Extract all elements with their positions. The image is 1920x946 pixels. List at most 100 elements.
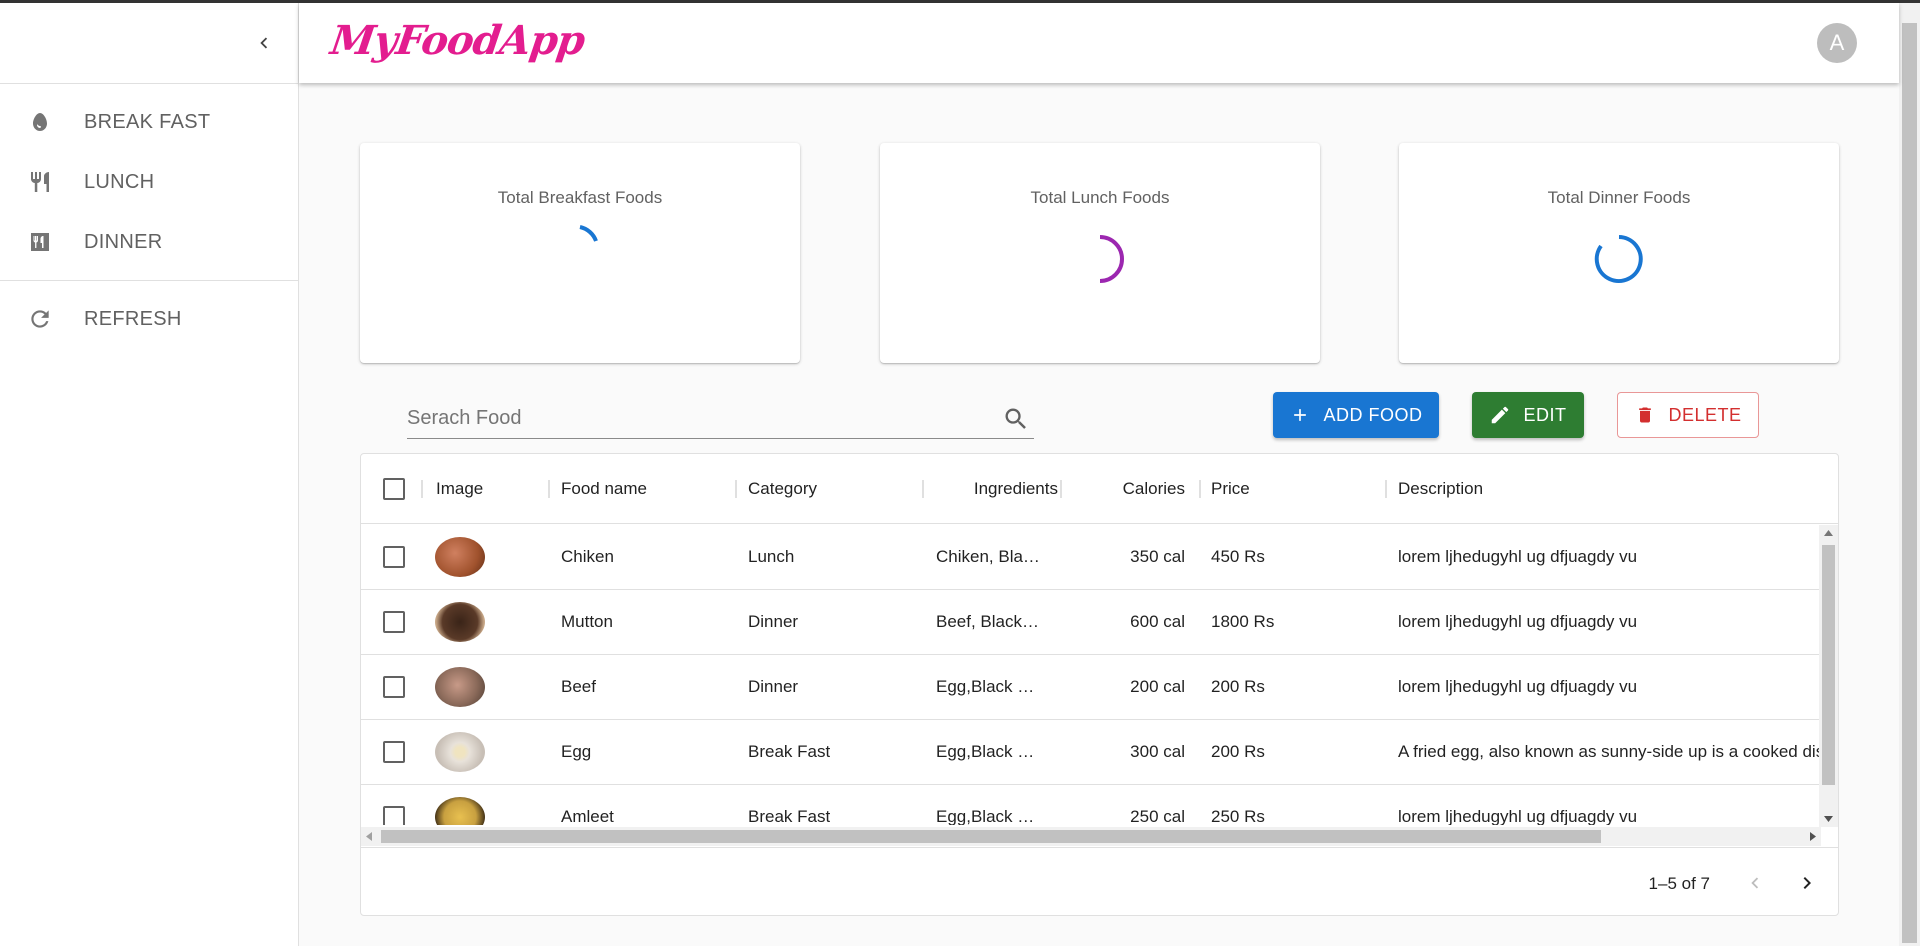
food-category: Dinner: [748, 612, 799, 631]
sidebar-item-refresh[interactable]: REFRESH: [0, 289, 298, 349]
card-title: Total Dinner Foods: [1547, 188, 1691, 207]
egg-icon: [26, 108, 54, 136]
food-price: 200 Rs: [1211, 742, 1265, 761]
food-image: [435, 797, 485, 825]
next-page-button[interactable]: [1790, 866, 1824, 900]
column-separator[interactable]: [922, 480, 924, 498]
card-title: Total Breakfast Foods: [497, 188, 663, 207]
scroll-up-icon[interactable]: [1824, 530, 1833, 536]
previous-page-button[interactable]: [1738, 866, 1772, 900]
app-logo[interactable]: MyFoodApp: [328, 17, 588, 64]
breakfast-summary-card: Total Breakfast Foods: [360, 143, 800, 363]
sidebar-item-dinner[interactable]: DINNER: [0, 212, 298, 272]
row-checkbox[interactable]: [383, 611, 405, 633]
app-bar: MyFoodApp A: [299, 3, 1899, 83]
scroll-right-icon[interactable]: [1810, 832, 1816, 841]
grid-vertical-scrollbar[interactable]: [1819, 525, 1838, 827]
food-description: A fried egg, also known as sunny-side up…: [1398, 742, 1821, 761]
plus-icon: [1289, 404, 1311, 426]
scroll-down-icon[interactable]: [1824, 816, 1833, 822]
pencil-icon: [1489, 404, 1511, 426]
table-row[interactable]: Mutton Dinner Beef, Black… 600 cal 1800 …: [361, 590, 1821, 655]
sidebar-item-label: DINNER: [84, 230, 163, 253]
column-separator[interactable]: [421, 480, 423, 498]
food-calories: 200 cal: [1130, 677, 1185, 696]
sidebar-item-label: REFRESH: [84, 307, 182, 330]
sidebar-nav: BREAK FAST LUNCH DINNER: [0, 84, 298, 281]
page-scrollbar[interactable]: [1899, 3, 1920, 946]
sidebar-header: [0, 3, 298, 84]
column-header-description[interactable]: Description: [1398, 454, 1483, 524]
card-title: Total Lunch Foods: [1030, 188, 1170, 207]
column-separator[interactable]: [735, 480, 737, 498]
column-header-ingredients[interactable]: Ingredients: [936, 454, 1058, 524]
food-category: Lunch: [748, 547, 795, 566]
column-header-food-name[interactable]: Food name: [561, 454, 647, 524]
loading-spinner-icon: [1099, 235, 1124, 283]
column-header-calories[interactable]: Calories: [1073, 454, 1185, 524]
column-header-image[interactable]: Image: [436, 454, 483, 524]
sidebar-item-lunch[interactable]: LUNCH: [0, 152, 298, 212]
restaurant-icon: [26, 168, 54, 196]
column-header-category[interactable]: Category: [748, 454, 817, 524]
food-category: Break Fast: [748, 742, 831, 761]
delete-button[interactable]: DELETE: [1617, 392, 1759, 438]
food-calories: 350 cal: [1130, 547, 1185, 566]
food-ingredients: Egg,Black …: [936, 807, 1035, 825]
page-scrollbar-thumb[interactable]: [1902, 23, 1917, 943]
food-name: Chiken: [561, 547, 614, 566]
grid-horizontal-scrollbar-thumb[interactable]: [381, 830, 1601, 843]
grid-vertical-scrollbar-thumb[interactable]: [1822, 545, 1835, 785]
edit-button[interactable]: EDIT: [1472, 392, 1584, 438]
food-description: lorem ljhedugyhl ug dfjuagdy vu: [1398, 547, 1638, 566]
add-food-button[interactable]: ADD FOOD: [1273, 392, 1439, 438]
avatar[interactable]: A: [1817, 23, 1857, 63]
grid-rows: Chiken Lunch Chiken, Bla… 350 cal 450 Rs…: [361, 525, 1821, 825]
food-image: [435, 732, 485, 772]
chevron-right-icon: [1803, 877, 1811, 889]
sidebar-item-breakfast[interactable]: BREAK FAST: [0, 92, 298, 152]
food-price: 1800 Rs: [1211, 612, 1275, 631]
food-calories: 300 cal: [1130, 742, 1185, 761]
column-separator[interactable]: [548, 480, 550, 498]
column-separator[interactable]: [1060, 480, 1062, 498]
food-image: [435, 602, 485, 642]
grid-horizontal-scrollbar[interactable]: [361, 827, 1821, 846]
grid-header: Image Food name Category Ingredients Cal…: [361, 454, 1838, 524]
food-name: Beef: [561, 677, 596, 696]
table-row[interactable]: Beef Dinner Egg,Black … 200 cal 200 Rs l…: [361, 655, 1821, 720]
row-checkbox[interactable]: [383, 806, 405, 825]
lunch-summary-card: Total Lunch Foods: [880, 143, 1320, 363]
search-input[interactable]: [407, 403, 977, 433]
chevron-left-icon: [1751, 877, 1759, 889]
food-price: 250 Rs: [1211, 807, 1265, 825]
scroll-left-icon[interactable]: [366, 832, 372, 841]
search-icon[interactable]: [1002, 405, 1030, 433]
table-row[interactable]: Amleet Break Fast Egg,Black … 250 cal 25…: [361, 785, 1821, 825]
delete-label: DELETE: [1668, 404, 1742, 425]
sidebar-item-label: LUNCH: [84, 170, 155, 193]
food-description: lorem ljhedugyhl ug dfjuagdy vu: [1398, 612, 1638, 631]
add-food-label: ADD FOOD: [1323, 404, 1423, 425]
food-name: Mutton: [561, 612, 613, 631]
row-checkbox[interactable]: [383, 741, 405, 763]
dinner-summary-card: Total Dinner Foods: [1399, 143, 1839, 363]
collapse-sidebar-button[interactable]: [248, 27, 280, 59]
table-row[interactable]: Egg Break Fast Egg,Black … 300 cal 200 R…: [361, 720, 1821, 785]
chevron-left-icon: [260, 37, 268, 49]
food-image: [435, 537, 485, 577]
column-separator[interactable]: [1385, 480, 1387, 498]
row-checkbox[interactable]: [383, 546, 405, 568]
sidebar-secondary: REFRESH: [0, 281, 298, 357]
column-separator[interactable]: [1199, 480, 1201, 498]
food-calories: 250 cal: [1130, 807, 1185, 825]
column-header-price[interactable]: Price: [1211, 454, 1250, 524]
food-name: Egg: [561, 742, 592, 761]
food-ingredients: Egg,Black …: [936, 742, 1035, 761]
pagination-text: 1–5 of 7: [1648, 874, 1710, 893]
row-checkbox[interactable]: [383, 676, 405, 698]
select-all-checkbox[interactable]: [383, 478, 405, 500]
table-row[interactable]: Chiken Lunch Chiken, Bla… 350 cal 450 Rs…: [361, 525, 1821, 590]
trash-icon: [1634, 404, 1656, 426]
food-category: Dinner: [748, 677, 799, 696]
